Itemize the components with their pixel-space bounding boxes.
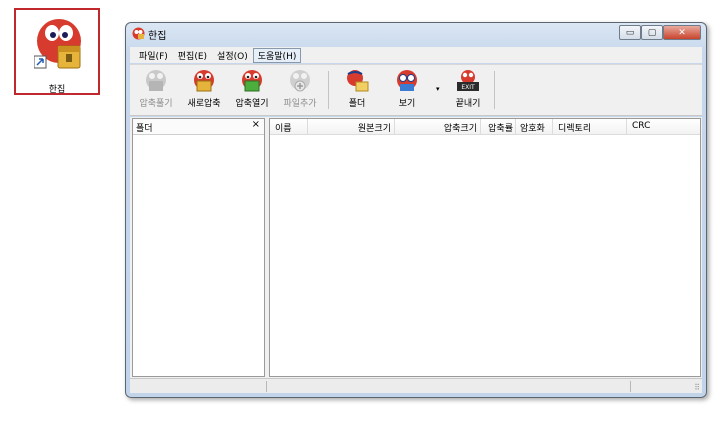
column-original-size[interactable]: 원본크기 (308, 119, 395, 134)
folder-button[interactable]: 폴더 (333, 69, 381, 113)
view-label: 보기 (398, 99, 416, 109)
app-window: 한집 ▭ ▢ ✕ 파일(F) 편집(E) 설정(O) 도움말(H) 압축풀기 새… (125, 22, 707, 398)
toolbar: 압축풀기 새로압축 압축열기 파일추가 폴더 보기 ▾ EXIT 끝내기 (130, 64, 702, 116)
app-title-icon (132, 27, 145, 40)
new-archive-label: 새로압축 (187, 99, 221, 109)
close-button[interactable]: ✕ (663, 25, 701, 40)
exit-button[interactable]: EXIT 끝내기 (444, 69, 492, 113)
status-divider (630, 381, 631, 392)
exit-label: 끝내기 (455, 99, 481, 109)
column-directory[interactable]: 디렉토리 (553, 119, 627, 134)
add-files-button[interactable]: 파일추가 (276, 69, 324, 113)
extract-button[interactable]: 압축풀기 (132, 69, 180, 113)
column-encryption[interactable]: 암호화 (516, 119, 553, 134)
column-name[interactable]: 이름 (270, 119, 308, 134)
file-list[interactable]: 이름 원본크기 압축크기 압축률 암호화 디렉토리 CRC (269, 118, 701, 377)
resize-grip-icon[interactable]: ⠿ (694, 383, 700, 392)
add-files-icon (290, 70, 310, 92)
add-files-label: 파일추가 (283, 99, 317, 109)
folder-icon (347, 70, 369, 92)
extract-label: 압축풀기 (139, 99, 173, 109)
minimize-button[interactable]: ▭ (619, 25, 641, 40)
shortcut-label: 한집 (48, 85, 66, 95)
column-compressed-size[interactable]: 압축크기 (395, 119, 481, 134)
main-area: 폴더 × 이름 원본크기 압축크기 압축률 암호화 디렉토리 CRC (130, 117, 702, 379)
title-bar[interactable]: 한집 ▭ ▢ ✕ (126, 23, 706, 45)
window-title: 한집 (148, 31, 167, 42)
folder-pane-title: 폴더 (136, 124, 153, 134)
view-icon (397, 70, 417, 91)
open-archive-button[interactable]: 압축열기 (228, 69, 276, 113)
file-list-header: 이름 원본크기 압축크기 압축률 암호화 디렉토리 CRC (270, 119, 700, 135)
hanzip-app-icon (34, 19, 81, 69)
exit-icon: EXIT (457, 70, 479, 91)
view-button[interactable]: 보기 (383, 69, 431, 113)
status-divider (266, 381, 267, 392)
extract-icon (146, 70, 166, 91)
maximize-button[interactable]: ▢ (641, 25, 663, 40)
open-archive-icon (242, 70, 262, 92)
menu-help[interactable]: 도움말(H) (252, 47, 302, 63)
folder-pane-header: 폴더 × (133, 119, 264, 135)
folder-label: 폴더 (348, 99, 366, 109)
column-ratio[interactable]: 압축률 (481, 119, 516, 134)
menu-settings[interactable]: 설정(O) (212, 48, 253, 63)
menu-edit[interactable]: 편집(E) (173, 48, 212, 63)
toolbar-separator (328, 71, 329, 109)
column-crc[interactable]: CRC (627, 119, 700, 134)
view-dropdown-arrow[interactable]: ▾ (436, 85, 440, 93)
toolbar-separator (494, 71, 495, 109)
folder-pane[interactable]: 폴더 × (132, 118, 265, 377)
folder-pane-close-icon[interactable]: × (252, 119, 260, 130)
status-bar: ⠿ (130, 378, 702, 393)
open-archive-label: 압축열기 (235, 99, 269, 109)
new-archive-icon (194, 70, 214, 92)
exit-sign-text: EXIT (461, 84, 475, 91)
desktop-shortcut[interactable]: 한집 (14, 8, 100, 95)
menu-file[interactable]: 파일(F) (134, 48, 173, 63)
menu-bar: 파일(F) 편집(E) 설정(O) 도움말(H) (130, 47, 702, 63)
new-archive-button[interactable]: 새로압축 (180, 69, 228, 113)
